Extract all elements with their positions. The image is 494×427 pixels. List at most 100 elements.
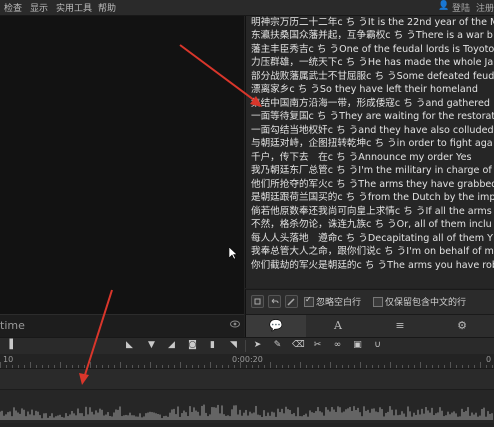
user-icon[interactable]: 👤 (438, 1, 449, 11)
ruler-tick (396, 365, 397, 368)
subtitle-track[interactable] (0, 369, 494, 390)
scissors-marker-icon[interactable]: ◥ (228, 340, 239, 351)
ruler-tick (282, 365, 283, 368)
subtitle-line: 不然，格杀勿论，诛连九族c ち うOr, all of them inclu (251, 219, 492, 230)
ruler-tick (12, 365, 13, 368)
timeline-toolbar: ▐ ◣ ▼ ◢ ◙ ▮ ◥ ➤ ✎ ⌫ ✂ ∞ ▣ ∪ (0, 337, 494, 355)
subtitle-text-editor[interactable]: 明神宗万历二十二年c ち うIt is the 22nd year of the… (245, 16, 494, 288)
clip-name: time (0, 319, 25, 332)
ruler-tick (78, 365, 79, 368)
ruler-tick (174, 365, 175, 368)
video-preview[interactable] (0, 16, 244, 314)
subtitle-line: 明神宗万历二十二年c ち うIt is the 22nd year of the… (251, 17, 494, 28)
tab-settings[interactable]: ⚙ (432, 315, 492, 337)
cursor-icon[interactable]: ➤ (252, 340, 263, 351)
ignore-blank-checkbox[interactable] (304, 295, 314, 307)
ruler-tick (228, 365, 229, 368)
tab-subtitles[interactable]: 💬 (246, 315, 306, 337)
subtitle-line: 力压群雄，一统天下c ち うHe has made the whole Jap (251, 57, 494, 68)
ruler-tick (276, 365, 277, 368)
ruler-tick (408, 365, 409, 368)
cut-icon[interactable]: ✂ (312, 340, 323, 351)
subtitle-line: 藩主丰臣秀吉c ち うOne of the feudal lords is To… (251, 44, 494, 55)
ruler-tick (192, 365, 193, 368)
ruler-tick (168, 365, 169, 368)
edit-clip-icon[interactable]: ✎ (272, 340, 283, 351)
magnet-icon[interactable]: ∪ (372, 340, 383, 351)
ruler-tick (312, 365, 313, 368)
subtitle-line: 东瀛扶桑国众藩并起，互争霸权c ち うThere is a war b (251, 30, 493, 41)
menu-help[interactable]: 帮助 (98, 1, 116, 14)
ruler-tick (456, 365, 457, 368)
eye-icon[interactable] (230, 320, 240, 328)
import-button[interactable] (251, 295, 264, 308)
undo-icon (271, 298, 279, 304)
ruler-tick (222, 365, 223, 368)
subtitle-line: 每人人头落地 遵命c ち うDecapitating all of them Y (251, 233, 493, 244)
waveform-graph (0, 404, 493, 420)
ruler-tick (30, 362, 31, 368)
login-link[interactable]: 登陆 (452, 1, 470, 14)
link-icon[interactable]: ∞ (332, 340, 343, 351)
menu-display[interactable]: 显示 (30, 1, 48, 14)
menu-tools[interactable]: 实用工具 (56, 1, 92, 14)
ruler-tick (288, 365, 289, 368)
undo-button[interactable] (268, 295, 281, 308)
bookmark-icon[interactable]: ▮ (207, 340, 218, 351)
ruler-tick (162, 365, 163, 368)
lock-icon[interactable]: ▣ (352, 340, 363, 351)
ruler-tick (366, 365, 367, 368)
tab-layers[interactable]: ≡ (370, 315, 430, 337)
ruler-tick (186, 365, 187, 368)
ruler-tick (6, 365, 7, 368)
ruler-tick (204, 365, 205, 368)
subtitle-line: 千户，传下去 在c ち うAnnounce my order Yes (251, 152, 472, 163)
ruler-tick (432, 365, 433, 368)
ruler-tick (102, 365, 103, 368)
ruler-tick (420, 362, 421, 368)
ruler-tick (354, 365, 355, 368)
keep-chinese-label: 仅保留包含中文的行 (385, 298, 467, 308)
subtitle-line: 我奉总管大人之命，跟你们说c ち うI'm on behalf of m (251, 246, 494, 257)
ruler-tick (402, 365, 403, 368)
ruler-tick (492, 365, 493, 368)
ruler-tick (54, 365, 55, 368)
menu-check[interactable]: 检查 (4, 1, 22, 14)
panel-tabs: 💬 A ≡ ⚙ (245, 314, 494, 337)
ruler-tick (198, 365, 199, 368)
audio-waveform[interactable] (0, 390, 494, 423)
ruler-tick (24, 365, 25, 368)
ruler-label: 0 (486, 355, 492, 364)
erase-icon[interactable]: ⌫ (292, 340, 305, 351)
subtitle-line: 集结中国南方沿海一带，形成倭寇c ち うand gathered (251, 98, 491, 109)
ruler-tick (414, 365, 415, 368)
ruler-tick (480, 362, 481, 368)
ruler-tick (18, 365, 19, 368)
ruler-tick (438, 365, 439, 368)
ruler-tick (246, 365, 247, 368)
ruler-tick (0, 362, 1, 368)
ruler-tick (324, 365, 325, 368)
subtitle-line: 与朝廷对峙，企图扭转乾坤c ち うin order to fight aga (251, 138, 493, 149)
ruler-label: 10 (3, 355, 14, 364)
marker-down-icon[interactable]: ▼ (146, 340, 157, 351)
bars-icon: ≡ (395, 319, 405, 332)
ruler-tick (360, 362, 361, 368)
arrow-down-left-icon[interactable]: ◣ (124, 340, 135, 351)
pencil-icon (287, 298, 295, 306)
edit-button[interactable] (285, 295, 298, 308)
track-menu-icon[interactable]: ▐ (4, 340, 15, 351)
camera-icon[interactable]: ◙ (187, 340, 198, 351)
register-link[interactable]: 注册 (476, 1, 494, 14)
ruler-tick (318, 365, 319, 368)
gear-icon: ⚙ (457, 319, 467, 332)
tab-text-style[interactable]: A (308, 315, 368, 337)
ruler-tick (258, 365, 259, 368)
marker-right-icon[interactable]: ◢ (166, 340, 177, 351)
subtitle-line: 你们截劫的军火是朝廷的c ち うThe arms you have rob (251, 260, 494, 271)
ruler-tick (300, 362, 301, 368)
timeline-ruler[interactable]: 10 0:00:20 0 (0, 354, 494, 369)
keep-chinese-checkbox[interactable] (373, 297, 383, 307)
ruler-tick (66, 365, 67, 368)
speech-bubble-icon: 💬 (269, 319, 283, 332)
